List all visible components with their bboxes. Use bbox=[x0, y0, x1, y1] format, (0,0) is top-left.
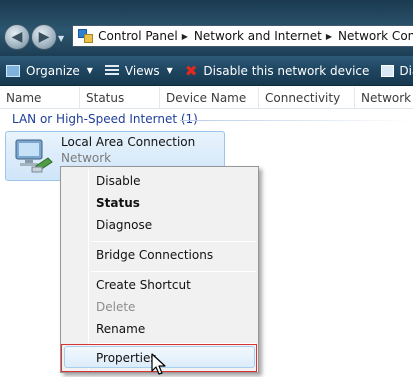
chevron-right-icon[interactable]: ▶ bbox=[182, 32, 188, 41]
menu-item-status[interactable]: Status bbox=[96, 195, 140, 211]
menu-separator bbox=[91, 271, 256, 272]
views-button[interactable]: Views ▼ bbox=[99, 56, 179, 85]
nav-history-dropdown-icon[interactable]: ▼ bbox=[58, 34, 64, 43]
column-name[interactable]: Name bbox=[0, 87, 80, 108]
back-arrow-icon[interactable]: ◀ bbox=[4, 24, 30, 50]
column-network[interactable]: Network C bbox=[355, 87, 413, 108]
organize-icon bbox=[6, 64, 20, 77]
organize-button[interactable]: Organize ▼ bbox=[0, 56, 99, 85]
menu-item-rename[interactable]: Rename bbox=[96, 321, 145, 337]
views-icon bbox=[104, 64, 119, 77]
column-connectivity[interactable]: Connectivity bbox=[259, 87, 355, 108]
menu-item-bridge-connections[interactable]: Bridge Connections bbox=[96, 247, 213, 263]
menu-item-disable[interactable]: Disable bbox=[96, 173, 141, 189]
menu-item-delete: Delete bbox=[96, 300, 136, 314]
column-device-name[interactable]: Device Name bbox=[160, 87, 259, 108]
column-header-row: Name Status Device Name Connectivity Net… bbox=[0, 87, 413, 109]
disable-device-button[interactable]: ✖ Disable this network device bbox=[179, 56, 376, 85]
mouse-pointer-icon bbox=[151, 353, 166, 375]
column-status[interactable]: Status bbox=[80, 87, 160, 108]
breadcrumb-network-connections[interactable]: Network Conn bbox=[338, 29, 413, 43]
diagnose-button[interactable]: Diag bbox=[375, 56, 413, 85]
group-header[interactable]: LAN or High-Speed Internet (1) bbox=[12, 112, 198, 126]
network-computer-icon bbox=[15, 139, 53, 173]
context-menu: Disable Status Diagnose Bridge Connectio… bbox=[60, 166, 259, 373]
diagnose-label: Diag bbox=[399, 63, 413, 78]
disable-device-label: Disable this network device bbox=[203, 63, 370, 78]
connection-subtitle: Network bbox=[61, 151, 112, 165]
command-bar: Organize ▼ Views ▼ ✖ Disable this networ… bbox=[0, 56, 413, 86]
connection-name: Local Area Connection bbox=[61, 135, 196, 149]
breadcrumb-network-internet[interactable]: Network and Internet bbox=[194, 29, 322, 43]
menu-item-create-shortcut[interactable]: Create Shortcut bbox=[96, 277, 191, 293]
breadcrumb-control-panel[interactable]: Control Panel bbox=[98, 29, 178, 43]
address-bar-region: ◀ ▶ ▼ ▶ Control Panel ▶ Network and Inte… bbox=[0, 0, 413, 56]
chevron-down-icon: ▼ bbox=[166, 66, 173, 75]
forward-arrow-icon[interactable]: ▶ bbox=[31, 24, 57, 50]
menu-gutter bbox=[88, 169, 89, 370]
chevron-right-icon[interactable]: ▶ bbox=[326, 32, 332, 41]
diagnose-icon bbox=[381, 64, 395, 77]
views-label: Views bbox=[124, 63, 160, 78]
address-box[interactable]: ▶ Control Panel ▶ Network and Internet ▶… bbox=[72, 25, 413, 47]
organize-label: Organize bbox=[26, 63, 80, 78]
red-x-icon: ✖ bbox=[184, 61, 198, 80]
group-divider bbox=[180, 120, 413, 121]
menu-separator bbox=[91, 241, 256, 242]
chevron-down-icon: ▼ bbox=[86, 66, 93, 75]
menu-item-diagnose[interactable]: Diagnose bbox=[96, 217, 152, 233]
